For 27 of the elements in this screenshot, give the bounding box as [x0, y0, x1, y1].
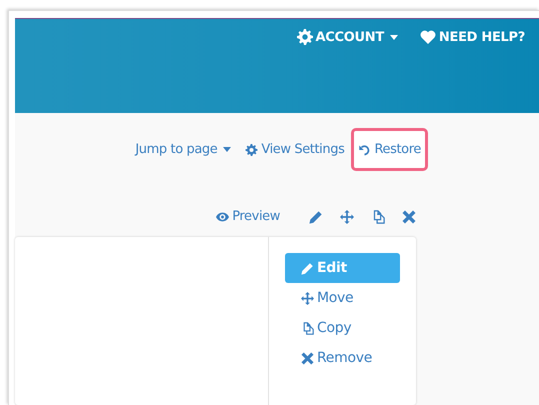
- heart-icon: [420, 29, 436, 45]
- pencil-icon: [301, 262, 314, 274]
- settings-icon: [296, 29, 313, 45]
- pencil-icon: [309, 210, 323, 224]
- copy-icon: [371, 210, 385, 224]
- nav-link[interactable]: NEED HELP?: [420, 29, 525, 45]
- edit-button[interactable]: [309, 210, 323, 224]
- nav-link[interactable]: ACCOUNT: [296, 29, 398, 45]
- menu-item[interactable]: Move: [285, 283, 400, 313]
- close-icon: [301, 352, 314, 364]
- preview-button[interactable]: Preview: [216, 209, 280, 224]
- menu-item[interactable]: Copy: [285, 313, 400, 343]
- close-icon: [402, 210, 416, 224]
- move-button[interactable]: [340, 210, 354, 224]
- undo-icon: [358, 144, 372, 156]
- copy-icon: [301, 322, 314, 334]
- settings-icon: [245, 144, 258, 156]
- copy-button[interactable]: [371, 210, 385, 224]
- move-icon: [340, 210, 354, 224]
- toolbar-link[interactable]: Jump to page: [128, 128, 238, 171]
- menu-item[interactable]: Remove: [285, 343, 400, 373]
- remove-button[interactable]: [402, 210, 416, 224]
- toolbar-link[interactable]: View Settings: [238, 128, 352, 171]
- toolbar-link[interactable]: Restore: [351, 128, 428, 171]
- menu-item[interactable]: Edit: [285, 253, 400, 283]
- eye-icon: [216, 210, 230, 222]
- move-icon: [301, 292, 314, 304]
